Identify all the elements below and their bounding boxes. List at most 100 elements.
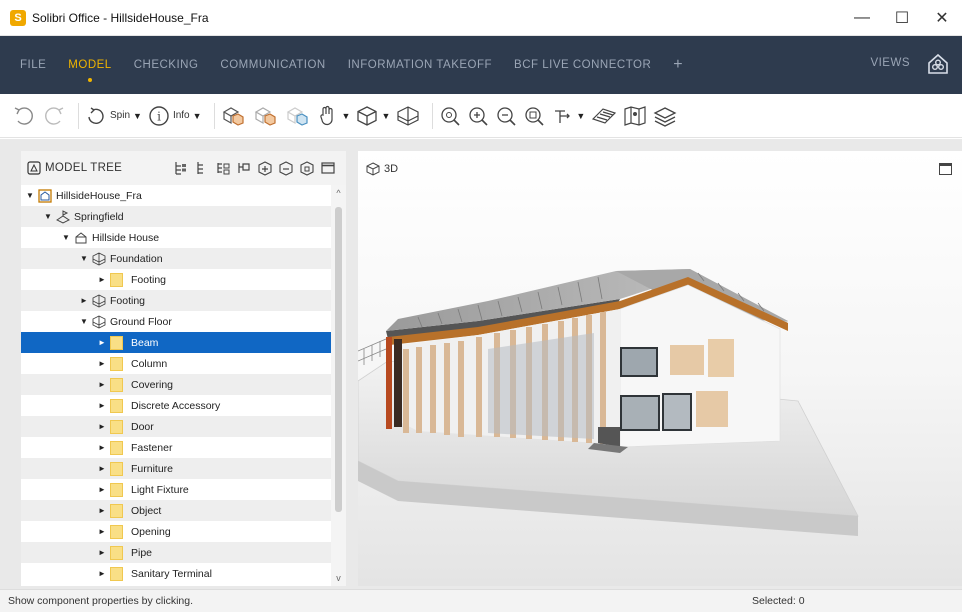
minimize-button[interactable]: — (842, 0, 882, 36)
tree-toggle-icon[interactable]: ► (79, 296, 89, 305)
expand-all-icon[interactable] (257, 160, 273, 176)
tree-toggle-icon[interactable]: ► (97, 401, 107, 410)
tree-row-folder[interactable]: ► Sanitary Terminal (21, 563, 331, 584)
tree-toggle-icon[interactable]: ► (97, 485, 107, 494)
tree-row-label: Door (131, 420, 154, 433)
caret-down-icon: ▼ (341, 110, 351, 121)
tree-toggle-icon[interactable]: ► (97, 275, 107, 284)
scroll-thumb[interactable] (335, 207, 342, 512)
tree-row-folder[interactable]: ► Object (21, 500, 331, 521)
model-tree-list: ▼ HillsideHouse_Fra ▼ Springfield ▼ Hill… (21, 185, 331, 586)
tree-toggle-icon[interactable]: ► (97, 422, 107, 431)
tree-row-label: Furniture (131, 462, 174, 475)
tree-toggle-icon[interactable]: ► (97, 506, 107, 515)
scroll-up-arrow[interactable]: ^ (331, 185, 346, 201)
folder-icon (110, 272, 123, 287)
tree-toggle-icon[interactable]: ▼ (43, 212, 53, 221)
zoom-selected-button[interactable] (523, 101, 545, 131)
location-view-icon[interactable] (194, 160, 210, 176)
tree-toggle-icon[interactable]: ► (97, 548, 107, 557)
menu-communication[interactable]: COMMUNICATION (220, 59, 325, 71)
maximize-button[interactable]: ☐ (882, 0, 922, 36)
3d-viewport[interactable]: 3D (358, 151, 962, 586)
show-selected-icon[interactable] (299, 160, 315, 176)
info-dropdown[interactable]: i Info ▼ (148, 101, 202, 131)
tree-row-label: Pipe (131, 546, 153, 559)
tree-toggle-icon[interactable]: ▼ (79, 317, 89, 326)
tree-row-label: Object (131, 504, 162, 517)
tree-toggle-icon[interactable]: ▼ (61, 233, 71, 242)
zoom-out-button[interactable] (495, 101, 517, 131)
tree-row-folder[interactable]: ► Light Fixture (21, 479, 331, 500)
add-layout-button[interactable]: + (673, 56, 682, 74)
menu-file[interactable]: FILE (20, 59, 46, 71)
view-cube-dropdown[interactable]: ▼ (356, 101, 390, 131)
tree-toggle-icon[interactable]: ► (97, 380, 107, 389)
collapse-all-icon[interactable] (278, 160, 294, 176)
slice-button[interactable] (591, 101, 617, 131)
tree-row-folder[interactable]: ► Opening (21, 521, 331, 542)
project-icon (38, 188, 52, 203)
views-menu[interactable]: VIEWS (870, 57, 910, 69)
layers-button[interactable] (653, 101, 677, 131)
undo-button[interactable] (12, 101, 36, 131)
isolate-button[interactable] (253, 101, 279, 131)
map-button[interactable] (623, 101, 647, 131)
tree-row-folder[interactable]: ► Pipe (21, 542, 331, 563)
scroll-down-arrow[interactable]: v (331, 570, 346, 586)
views-home-icon[interactable] (926, 52, 950, 76)
redo-button[interactable] (42, 101, 66, 131)
hide-button[interactable] (221, 101, 247, 131)
tree-row-storey[interactable]: ► Footing (21, 290, 331, 311)
tree-toggle-icon[interactable]: ▼ (25, 191, 35, 200)
tree-toggle-icon[interactable]: ► (97, 569, 107, 578)
model-tree-title: MODEL TREE (45, 162, 123, 174)
main-menu-bar: FILE MODEL CHECKING COMMUNICATION INFORM… (0, 36, 962, 94)
tree-row-project[interactable]: ▼ HillsideHouse_Fra (21, 185, 331, 206)
tree-row-site[interactable]: ▼ Springfield (21, 206, 331, 227)
section-box-button[interactable] (396, 101, 420, 131)
transparent-button[interactable] (285, 101, 311, 131)
tree-row-folder[interactable]: ► Discrete Accessory (21, 395, 331, 416)
tree-row-storey[interactable]: ▼ Foundation (21, 248, 331, 269)
tree-row-label: HillsideHouse_Fra (56, 189, 142, 202)
tree-row-folder[interactable]: ► Door (21, 416, 331, 437)
status-hint: Show component properties by clicking. (8, 595, 194, 607)
tree-toggle-icon[interactable]: ► (97, 443, 107, 452)
tree-row-building[interactable]: ▼ Hillside House (21, 227, 331, 248)
tree-scrollbar[interactable]: ^ v (331, 185, 346, 586)
transparency-icon (286, 106, 308, 126)
hierarchy-view-icon[interactable] (173, 160, 189, 176)
tree-row-folder[interactable]: ► Footing (21, 269, 331, 290)
tree-row-folder[interactable]: ► Column (21, 353, 331, 374)
tree-row-folder[interactable]: ► Fastener (21, 437, 331, 458)
panel-maximize-icon[interactable] (320, 160, 336, 176)
tree-toggle-icon[interactable]: ► (97, 527, 107, 536)
tree-row-folder[interactable]: ► Furniture (21, 458, 331, 479)
tree-row-folder[interactable]: ► Covering (21, 374, 331, 395)
folder-icon (110, 377, 123, 392)
menu-model[interactable]: MODEL (68, 59, 111, 82)
tree-row-folder-selected[interactable]: ► Beam (21, 332, 331, 353)
measure-dropdown[interactable]: ▼ (551, 101, 585, 131)
show-all-dropdown[interactable]: ▼ (317, 101, 351, 131)
tree-row-label: Covering (131, 378, 174, 391)
model-view-icon[interactable] (236, 160, 252, 176)
caret-down-icon: ▼ (576, 110, 586, 121)
tree-toggle-icon[interactable]: ► (97, 359, 107, 368)
tree-toggle-icon[interactable]: ► (97, 338, 107, 347)
tree-row-storey[interactable]: ▼ Ground Floor (21, 311, 331, 332)
tree-row-label: Footing (110, 294, 146, 307)
tree-toggle-icon[interactable]: ► (97, 464, 107, 473)
discipline-view-icon[interactable] (215, 160, 231, 176)
zoom-in-button[interactable] (467, 101, 489, 131)
tree-row-label: Sanitary Terminal (131, 567, 212, 580)
zoom-fit-button[interactable] (439, 101, 461, 131)
tree-toggle-icon[interactable]: ▼ (79, 254, 89, 263)
menu-bcf-live-connector[interactable]: BCF LIVE CONNECTOR (514, 59, 651, 71)
spin-dropdown[interactable]: Spin ▼ (85, 101, 142, 131)
menu-information-takeoff[interactable]: INFORMATION TAKEOFF (348, 59, 492, 71)
menu-checking[interactable]: CHECKING (134, 59, 199, 71)
close-button[interactable]: ✕ (922, 0, 962, 36)
window-title: Solibri Office - HillsideHouse_Fra (32, 10, 209, 25)
